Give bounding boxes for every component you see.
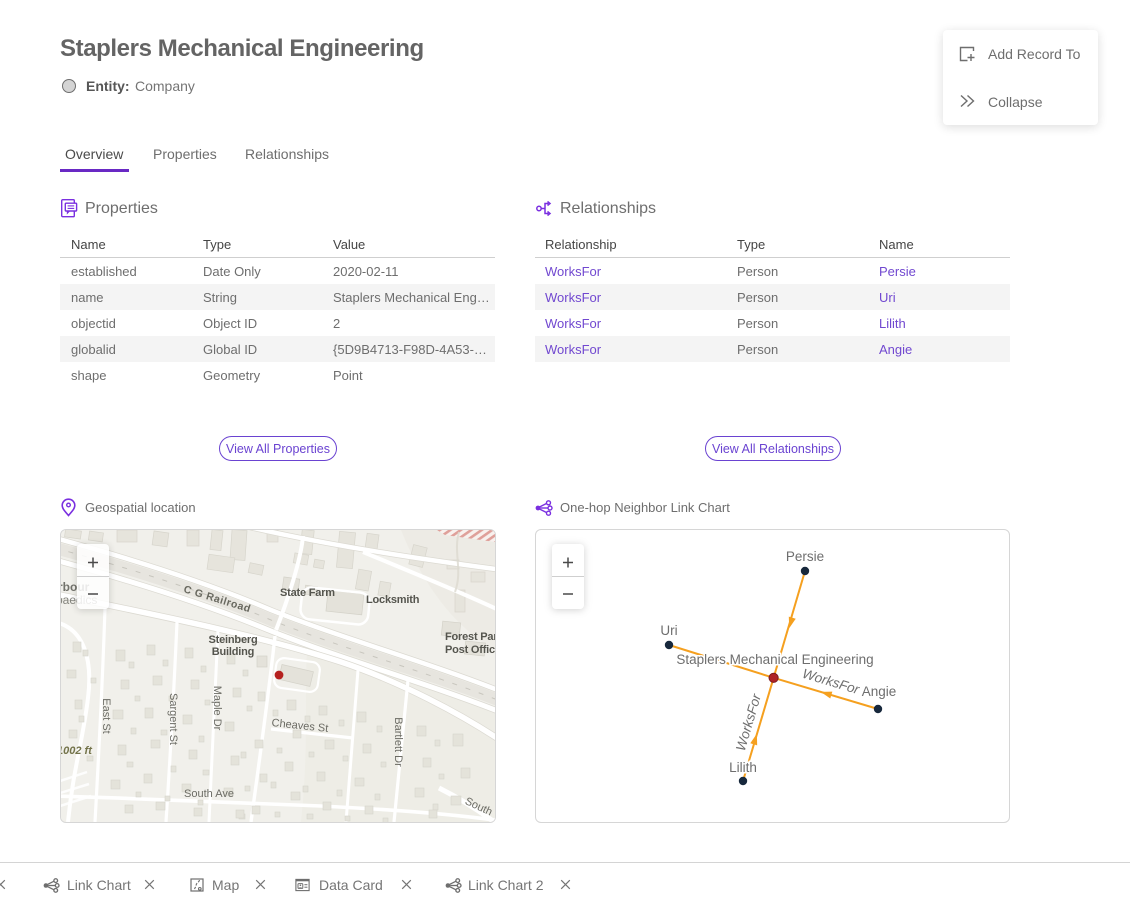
svg-text:Uri: Uri: [660, 623, 677, 638]
svg-text:Steinberg: Steinberg: [209, 634, 258, 646]
svg-text:South Ave: South Ave: [184, 788, 234, 800]
svg-text:Locksmith: Locksmith: [366, 594, 420, 606]
svg-text:1002 ft: 1002 ft: [61, 745, 93, 757]
svg-text:Angie: Angie: [862, 684, 897, 699]
svg-text:Staplers Mechanical Engineerin: Staplers Mechanical Engineering: [676, 652, 873, 667]
svg-text:Forest Par: Forest Par: [445, 631, 495, 643]
svg-text:Sargent St: Sargent St: [167, 693, 179, 745]
svg-text:State Farm: State Farm: [280, 587, 335, 599]
svg-text:Maple Dr: Maple Dr: [211, 686, 223, 731]
svg-text:East St: East St: [100, 698, 112, 733]
svg-text:Lilith: Lilith: [729, 760, 757, 775]
svg-text:Persie: Persie: [786, 549, 824, 564]
svg-text:Building: Building: [212, 646, 254, 658]
svg-text:Bartlett Dr: Bartlett Dr: [392, 717, 404, 767]
svg-text:Post Offic: Post Offic: [445, 644, 495, 656]
